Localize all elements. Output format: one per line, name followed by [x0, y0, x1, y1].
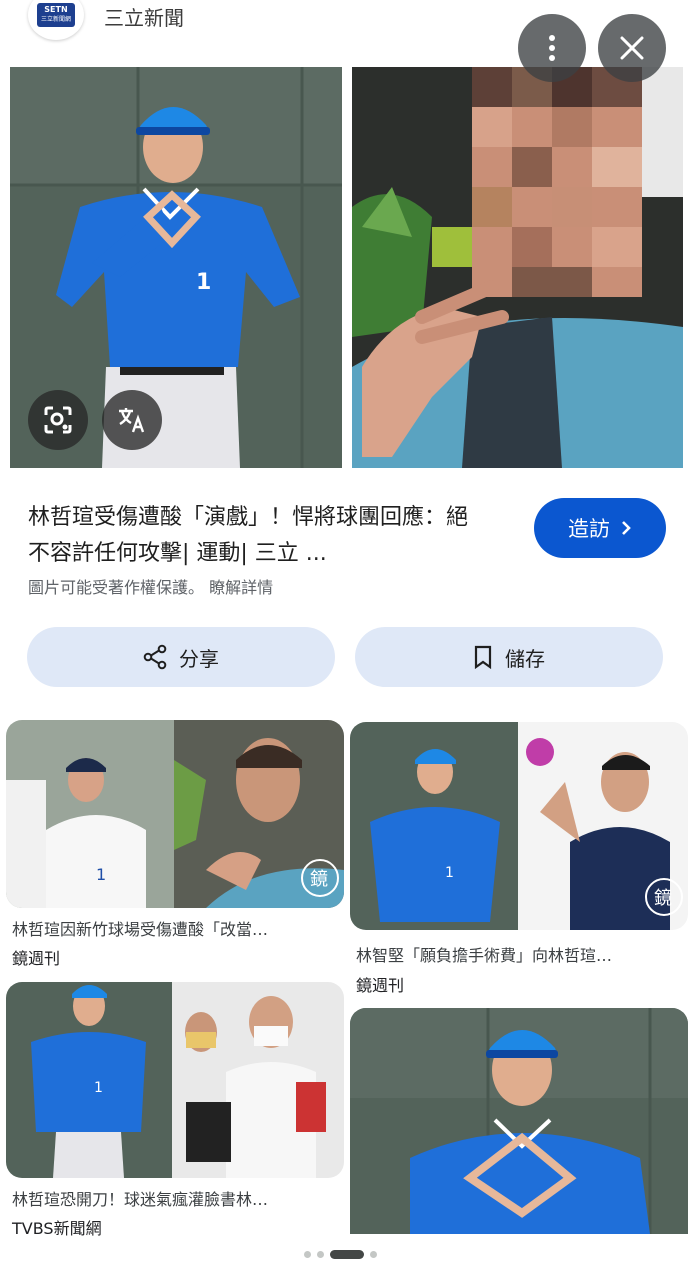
save-button[interactable]: 儲存 [355, 627, 663, 687]
share-button[interactable]: 分享 [27, 627, 335, 687]
page-dot[interactable] [370, 1251, 377, 1258]
result-title[interactable]: 林哲瑄受傷遭酸「演戲」！悍將球團回應：絕不容許任何攻擊| 運動| 三立 ... [28, 500, 478, 572]
share-icon [143, 644, 167, 670]
related-result-3[interactable]: 1 林哲瑄恐開刀！球迷氣瘋灌臉書林… TVBS新聞網 [6, 982, 344, 1238]
page-dot-active[interactable] [330, 1250, 364, 1259]
page-dot[interactable] [304, 1251, 311, 1258]
close-icon [620, 36, 644, 60]
image-viewer: SETN 三立新聞網 三立新聞 1 林哲瑄受傷遭酸「演戲」！悍將球團回應：絕不容… [0, 0, 693, 1280]
related-caption: 林哲瑄因新竹球場受傷遭酸「改當… [12, 920, 269, 939]
watermark-text: 鏡 [310, 869, 328, 890]
related-thumbnail: 1 鏡 [350, 722, 688, 930]
learn-more-link[interactable]: 瞭解詳情 [209, 578, 273, 597]
related-thumbnail: 1 [6, 982, 344, 1178]
related-source: 鏡週刊 [12, 949, 61, 968]
translate-icon [119, 408, 145, 433]
lens-icon [44, 406, 72, 434]
preview-image-second[interactable] [352, 67, 683, 468]
related-result-1[interactable]: 1 鏡 林哲瑄因新竹球場受傷遭酸「改當… 鏡週刊 [6, 720, 344, 970]
jersey-number: 1 [196, 270, 211, 295]
related-source: 鏡週刊 [356, 976, 405, 995]
pagination-dots [304, 1250, 377, 1259]
svg-text:1: 1 [445, 865, 454, 881]
watermark-text: 鏡 [654, 888, 672, 909]
related-caption: 林智堅「願負擔手術費」向林哲瑄… [356, 946, 613, 965]
related-thumbnail [350, 1008, 688, 1234]
related-thumbnail: 1 鏡 [6, 720, 344, 908]
pixelated-person-image [352, 67, 683, 468]
source-name[interactable]: 三立新聞 [104, 2, 184, 31]
copyright-notice: 圖片可能受著作權保護。 瞭解詳情 [28, 578, 274, 597]
chevron-right-icon [622, 521, 631, 535]
source-logo-badge: SETN 三立新聞網 [37, 3, 75, 27]
close-button[interactable] [598, 14, 666, 82]
related-result-2[interactable]: 1 鏡 林智堅「願負擔手術費」向林哲瑄… 鏡週刊 [350, 722, 688, 995]
related-source: TVBS新聞網 [12, 1219, 102, 1238]
visit-button[interactable]: 造訪 [534, 498, 666, 558]
related-caption: 林哲瑄恐開刀！球迷氣瘋灌臉書林… [12, 1190, 269, 1209]
visit-label: 造訪 [568, 517, 610, 541]
save-label: 儲存 [505, 646, 545, 671]
more-vertical-icon [549, 35, 555, 61]
page-dot[interactable] [317, 1251, 324, 1258]
bookmark-icon [474, 645, 492, 669]
source-logo[interactable]: SETN 三立新聞網 [28, 0, 84, 40]
svg-text:1: 1 [96, 865, 106, 884]
share-label: 分享 [179, 646, 219, 671]
related-result-4[interactable] [350, 1008, 688, 1234]
translate-button[interactable] [102, 390, 162, 450]
more-options-button[interactable] [518, 14, 586, 82]
lens-search-button[interactable] [28, 390, 88, 450]
svg-text:1: 1 [94, 1080, 103, 1096]
